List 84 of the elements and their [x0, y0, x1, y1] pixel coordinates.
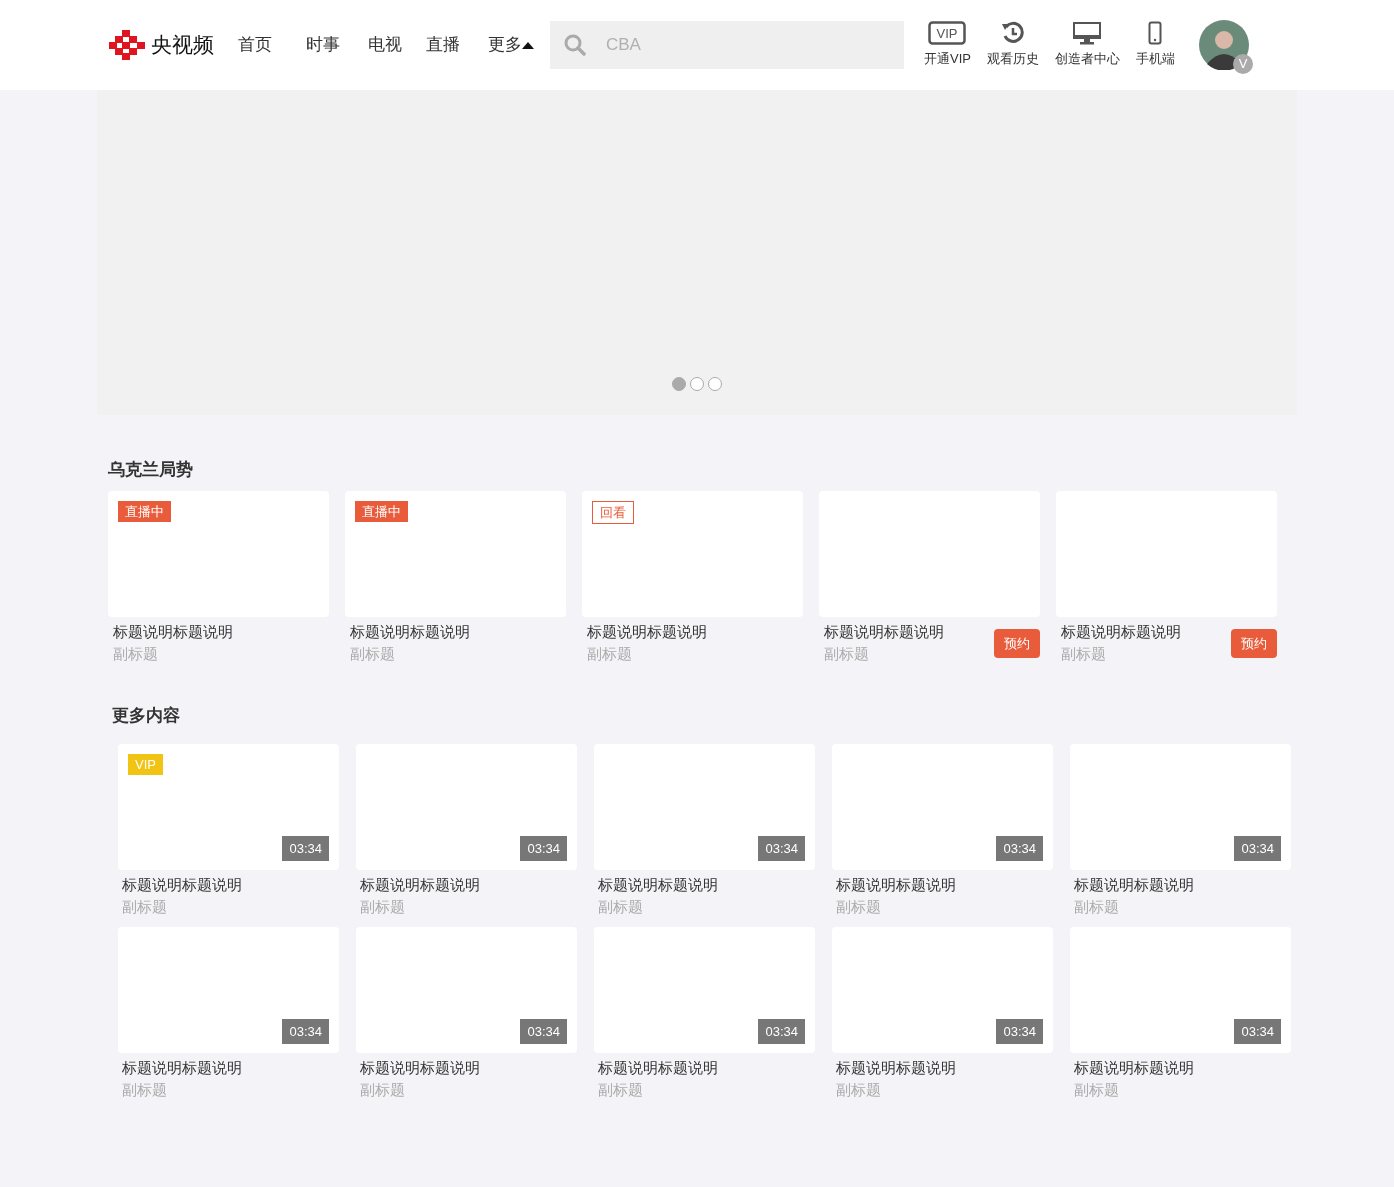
phone-icon: [1148, 21, 1163, 46]
video-title[interactable]: 标题说明标题说明: [1061, 620, 1181, 643]
video-subtitle: 副标题: [122, 897, 168, 917]
video-title[interactable]: 标题说明标题说明: [836, 1057, 956, 1079]
video-subtitle: 副标题: [1074, 897, 1120, 917]
search-icon: [564, 34, 586, 56]
vip-icon: VIP: [928, 21, 967, 46]
history-icon: [1000, 21, 1025, 46]
video-subtitle: 副标题: [113, 643, 159, 664]
status-tag: 直播中: [355, 500, 408, 522]
caret-icon: [522, 41, 534, 49]
header-action[interactable]: 创造者中心: [1054, 21, 1120, 69]
video-title[interactable]: 标题说明标题说明: [1074, 874, 1194, 896]
video-title[interactable]: 标题说明标题说明: [598, 874, 718, 896]
video-thumbnail[interactable]: 03:34: [832, 744, 1053, 870]
status-tag: 回看: [592, 500, 634, 524]
header-action[interactable]: VIP 开通VIP: [924, 21, 971, 69]
video-title[interactable]: 标题说明标题说明: [113, 620, 233, 643]
video-thumbnail[interactable]: 03:34: [832, 927, 1053, 1053]
duration-label: 03:34: [520, 1018, 567, 1044]
search-field[interactable]: CBA: [550, 21, 904, 69]
monitor-icon: [1072, 21, 1103, 46]
video-subtitle: 副标题: [587, 643, 633, 664]
duration-label: 03:34: [282, 1018, 329, 1044]
logo-icon: [109, 30, 147, 60]
video-title[interactable]: 标题说明标题说明: [587, 620, 707, 643]
video-thumbnail[interactable]: 03:34: [118, 927, 339, 1053]
video-subtitle: 副标题: [824, 643, 870, 664]
status-tag: VIP: [128, 754, 163, 775]
video-title[interactable]: 标题说明标题说明: [360, 874, 480, 896]
action-label: 创造者中心: [1054, 50, 1120, 69]
video-subtitle: 副标题: [360, 897, 406, 917]
video-title[interactable]: 标题说明标题说明: [1074, 1057, 1194, 1079]
video-subtitle: 副标题: [350, 643, 396, 664]
duration-label: 03:34: [1234, 1018, 1281, 1044]
carousel-dot[interactable]: [690, 377, 704, 391]
section-title: 更多内容: [112, 704, 181, 727]
video-thumbnail[interactable]: 回看: [582, 490, 803, 617]
action-label: 开通VIP: [924, 50, 971, 69]
video-subtitle: 副标题: [836, 1080, 882, 1100]
duration-label: 03:34: [996, 835, 1043, 861]
duration-label: 03:34: [520, 835, 567, 861]
duration-label: 03:34: [1234, 835, 1281, 861]
more-menu[interactable]: 更多: [488, 32, 534, 58]
video-thumbnail[interactable]: 03:34: [594, 927, 815, 1053]
video-title[interactable]: 标题说明标题说明: [598, 1057, 718, 1079]
logo-text[interactable]: 央视频: [151, 29, 214, 61]
video-thumbnail[interactable]: VIP 03:34: [118, 744, 339, 870]
video-title[interactable]: 标题说明标题说明: [360, 1057, 480, 1079]
video-thumbnail[interactable]: 03:34: [594, 744, 815, 870]
video-title[interactable]: 标题说明标题说明: [836, 874, 956, 896]
nav-link[interactable]: 直播: [426, 32, 460, 58]
status-tag: 直播中: [118, 500, 171, 522]
action-label: 手机端: [1135, 50, 1175, 69]
header-action[interactable]: 观看历史: [986, 21, 1039, 69]
duration-label: 03:34: [996, 1018, 1043, 1044]
video-subtitle: 副标题: [598, 1080, 644, 1100]
video-subtitle: 副标题: [1061, 643, 1107, 664]
duration-label: 03:34: [758, 1018, 805, 1044]
video-subtitle: 副标题: [122, 1080, 168, 1100]
video-thumbnail[interactable]: 03:34: [1070, 927, 1291, 1053]
duration-label: 03:34: [282, 835, 329, 861]
video-thumbnail[interactable]: 03:34: [356, 927, 577, 1053]
video-subtitle: 副标题: [598, 897, 644, 917]
section-title: 乌克兰局势: [108, 459, 194, 481]
video-title[interactable]: 标题说明标题说明: [122, 874, 242, 896]
more-label: 更多: [488, 34, 522, 57]
action-label: 观看历史: [986, 50, 1039, 69]
duration-label: 03:34: [758, 835, 805, 861]
video-thumbnail[interactable]: 03:34: [356, 744, 577, 870]
video-title[interactable]: 标题说明标题说明: [824, 620, 944, 643]
nav-link[interactable]: 时事: [306, 32, 340, 58]
carousel-dot[interactable]: [672, 377, 686, 391]
nav-link[interactable]: 首页: [238, 32, 272, 58]
video-subtitle: 副标题: [836, 897, 882, 917]
video-title[interactable]: 标题说明标题说明: [350, 620, 470, 643]
video-subtitle: 副标题: [360, 1080, 406, 1100]
avatar-icon[interactable]: [1198, 20, 1249, 70]
nav-link[interactable]: 电视: [368, 32, 402, 58]
video-title[interactable]: 标题说明标题说明: [122, 1057, 242, 1079]
carousel-dot[interactable]: [708, 377, 722, 391]
video-subtitle: 副标题: [1074, 1080, 1120, 1100]
video-thumbnail[interactable]: 03:34: [1070, 744, 1291, 870]
header-action[interactable]: 手机端: [1135, 21, 1175, 69]
